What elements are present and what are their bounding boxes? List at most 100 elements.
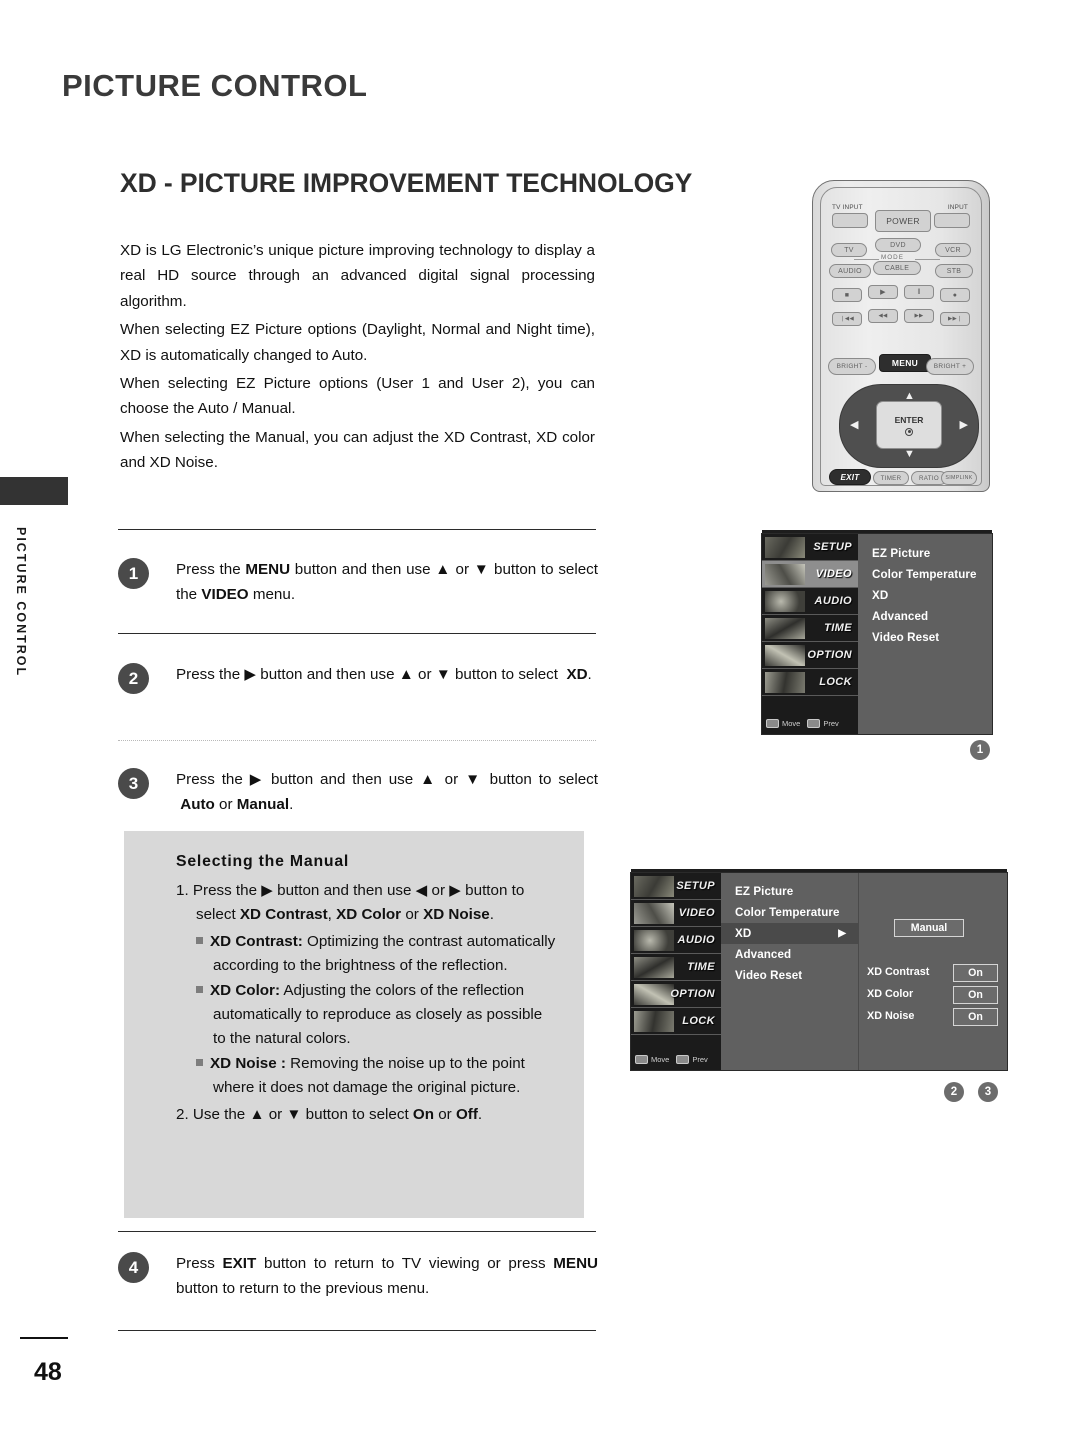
mode-label: MODE	[881, 254, 904, 261]
callout-bullet-xd-contrast: XD Contrast: Optimizing the contrast aut…	[196, 930, 558, 979]
dpad-right-button[interactable]: ▶	[960, 420, 968, 431]
exit-button[interactable]: EXIT	[829, 469, 871, 485]
bright-minus-button[interactable]: BRIGHT -	[828, 358, 876, 375]
step-1: 1 Press the MENU button and then use ▲ o…	[118, 558, 598, 607]
osd-category-video[interactable]: VIDEO	[762, 561, 858, 588]
xd-contrast-label: XD Contrast	[867, 966, 930, 978]
osd-item-advanced[interactable]: Advanced	[858, 606, 992, 627]
xd-contrast-value[interactable]: On	[953, 964, 998, 982]
dpad-down-button[interactable]: ▼	[904, 449, 915, 460]
osd-category-setup[interactable]: SETUP	[762, 534, 858, 561]
step-3-text: Press the ▶ button and then use ▲ or ▼ b…	[176, 771, 598, 813]
cable-mode-button[interactable]: CABLE	[873, 261, 921, 275]
rewind-button[interactable]: ◀◀	[868, 309, 898, 323]
divider-after-step-1	[118, 633, 596, 634]
move-dpad-icon	[635, 1055, 648, 1064]
enter-dot-icon	[905, 427, 913, 436]
osd-item-color-temperature[interactable]: Color Temperature	[858, 564, 992, 585]
divider-before-step-4	[118, 1231, 596, 1232]
chevron-right-icon: ▶	[838, 928, 846, 939]
option-thumbnail-icon	[634, 984, 674, 1005]
time-thumbnail-icon	[634, 957, 674, 978]
osd-category-lock[interactable]: LOCK	[762, 669, 858, 696]
mode-rule-right	[915, 259, 940, 260]
lock-thumbnail-icon	[634, 1011, 674, 1032]
osd-item-advanced[interactable]: Advanced	[721, 944, 858, 965]
selecting-manual-callout: Selecting the Manual 1. Press the ▶ butt…	[124, 831, 584, 1218]
osd-item-color-temperature[interactable]: Color Temperature	[721, 902, 858, 923]
osd-nav-prev: Prev	[807, 719, 839, 728]
osd-category-option[interactable]: OPTION	[762, 642, 858, 669]
callout-bullet-list: XD Contrast: Optimizing the contrast aut…	[196, 930, 558, 1101]
tv-input-button[interactable]	[832, 213, 868, 228]
intro-text: XD is LG Electronic’s unique picture imp…	[120, 238, 595, 479]
power-button[interactable]: POWER	[875, 210, 931, 232]
divider-after-step-2	[118, 740, 596, 741]
step-3: 3 Press the ▶ button and then use ▲ or ▼…	[118, 768, 598, 817]
lock-thumbnail-icon	[765, 672, 805, 693]
dpad-left-button[interactable]: ◀	[850, 420, 858, 431]
osd-category-sidebar: SETUP VIDEO AUDIO TIME OPTION LOCK Move …	[762, 534, 858, 734]
step-1-text: Press the MENU button and then use ▲ or …	[176, 561, 598, 603]
osd-category-time[interactable]: TIME	[762, 615, 858, 642]
audio-mode-button[interactable]: AUDIO	[829, 264, 871, 278]
osd-category-label: LOCK	[682, 1015, 715, 1027]
intro-paragraph-3: When selecting EZ Picture options (User …	[120, 375, 595, 418]
play-button[interactable]: ▶	[868, 285, 898, 299]
xd-mode-button[interactable]: Manual	[894, 919, 964, 937]
osd-item-ez-picture[interactable]: EZ Picture	[721, 881, 858, 902]
record-button[interactable]: ●	[940, 288, 970, 302]
osd-category-video[interactable]: VIDEO	[631, 900, 721, 927]
pause-button[interactable]: ‖	[904, 285, 934, 299]
enter-button[interactable]: ENTER	[876, 401, 942, 449]
simplink-button[interactable]: SIMPLINK	[941, 471, 977, 485]
osd-item-video-reset[interactable]: Video Reset	[858, 627, 992, 648]
fast-forward-button[interactable]: ▶▶	[904, 309, 934, 323]
step-2-badge: 2	[118, 663, 149, 694]
stop-button[interactable]: ■	[832, 288, 862, 302]
osd-category-label: VIDEO	[678, 907, 715, 919]
osd-category-label: AUDIO	[814, 595, 852, 607]
dvd-mode-button[interactable]: DVD	[875, 238, 921, 252]
bright-plus-button[interactable]: BRIGHT +	[926, 358, 974, 375]
vcr-mode-button[interactable]: VCR	[935, 243, 971, 257]
osd-category-audio[interactable]: AUDIO	[631, 927, 721, 954]
osd-category-setup[interactable]: SETUP	[631, 873, 721, 900]
stb-mode-button[interactable]: STB	[935, 264, 973, 278]
remote-control-illustration: TV INPUT INPUT POWER TV DVD VCR MODE AUD…	[812, 180, 990, 492]
menu-button[interactable]: MENU	[879, 354, 931, 372]
osd-category-audio[interactable]: AUDIO	[762, 588, 858, 615]
xd-noise-label: XD Noise	[867, 1010, 915, 1022]
osd-nav-hints: Move Prev	[635, 1055, 717, 1064]
callout-item-1: 1. Press the ▶ button and then use ◀ or …	[176, 882, 525, 924]
osd-category-label: TIME	[824, 622, 852, 634]
footer-rule	[20, 1337, 68, 1339]
osd-category-label: SETUP	[676, 880, 715, 892]
osd-category-lock[interactable]: LOCK	[631, 1008, 721, 1035]
divider-bottom	[118, 1330, 596, 1331]
bullet-square-icon	[196, 1058, 203, 1066]
osd-category-option[interactable]: OPTION	[631, 981, 721, 1008]
callout-bullet-xd-noise: XD Noise : Removing the noise up to the …	[196, 1052, 558, 1101]
navigation-dpad[interactable]: ▲ ▼ ◀ ▶ ENTER	[839, 384, 979, 468]
side-tab-block	[0, 477, 68, 505]
osd-item-xd[interactable]: XD	[858, 585, 992, 606]
tv-mode-button[interactable]: TV	[831, 243, 867, 257]
bullet-square-icon	[196, 985, 203, 993]
xd-color-value[interactable]: On	[953, 986, 998, 1004]
timer-button[interactable]: TIMER	[873, 471, 909, 485]
osd-item-xd[interactable]: XD ▶	[721, 923, 858, 944]
osd-step-badge-3: 3	[978, 1082, 998, 1102]
osd-category-sidebar: SETUP VIDEO AUDIO TIME OPTION LOCK Move …	[631, 873, 721, 1070]
xd-noise-value[interactable]: On	[953, 1008, 998, 1026]
osd-item-video-reset[interactable]: Video Reset	[721, 965, 858, 986]
input-button[interactable]	[934, 213, 970, 228]
osd-category-time[interactable]: TIME	[631, 954, 721, 981]
skip-forward-button[interactable]: ▶▶❘	[940, 312, 970, 326]
osd-item-ez-picture[interactable]: EZ Picture	[858, 543, 992, 564]
skip-back-button[interactable]: ❘◀◀	[832, 312, 862, 326]
callout-bullet-xd-color: XD Color: Adjusting the colors of the re…	[196, 979, 558, 1052]
move-dpad-icon	[766, 719, 779, 728]
audio-thumbnail-icon	[634, 930, 674, 951]
osd-category-label: AUDIO	[677, 934, 715, 946]
